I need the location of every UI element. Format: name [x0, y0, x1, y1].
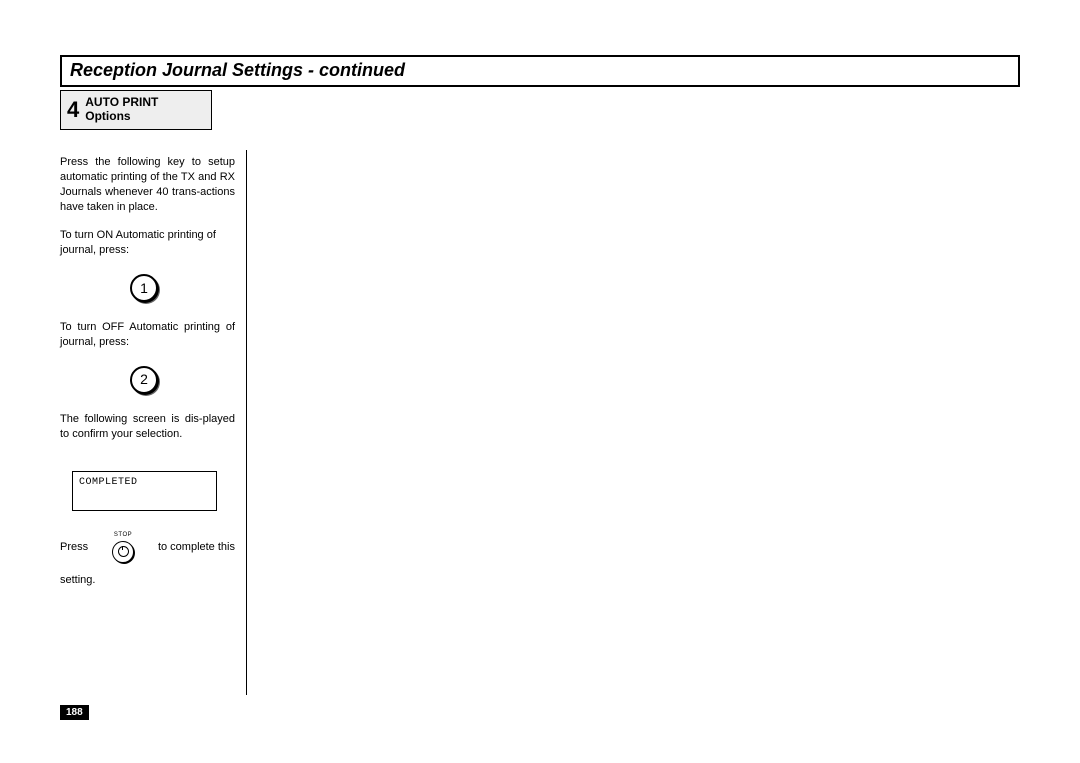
step-line2: Options — [85, 109, 130, 123]
section-title-bar: Reception Journal Settings - continued — [60, 55, 1020, 87]
stop-circle-icon — [112, 541, 134, 563]
page-number: 188 — [60, 705, 89, 720]
press-tail: to complete this — [158, 540, 235, 555]
left-column: Press the following key to setup automat… — [60, 155, 235, 587]
power-icon — [118, 546, 129, 557]
lcd-display: COMPLETED — [72, 471, 217, 511]
key-1-icon: 1 — [130, 274, 158, 302]
step-label: AUTO PRINT Options — [85, 96, 158, 124]
section-title: Reception Journal Settings - continued — [70, 60, 405, 80]
setting-word: setting. — [60, 573, 235, 588]
stop-label: STOP — [114, 531, 132, 539]
press-word: Press — [60, 540, 88, 555]
column-divider — [246, 150, 247, 695]
paragraph-on: To turn ON Automatic printing of journal… — [60, 228, 235, 258]
press-line: Press STOP to complete this — [60, 531, 235, 562]
step-box: 4 AUTO PRINT Options — [60, 90, 212, 130]
paragraph-off: To turn OFF Automatic printing of journa… — [60, 320, 235, 350]
step-line1: AUTO PRINT — [85, 95, 158, 109]
key-2-icon: 2 — [130, 366, 158, 394]
step-number: 4 — [61, 97, 85, 123]
stop-button-icon: STOP — [112, 531, 134, 562]
paragraph-confirm: The following screen is dis-played to co… — [60, 412, 235, 442]
paragraph-intro: Press the following key to setup automat… — [60, 155, 235, 214]
manual-page: Reception Journal Settings - continued 4… — [0, 0, 1080, 763]
